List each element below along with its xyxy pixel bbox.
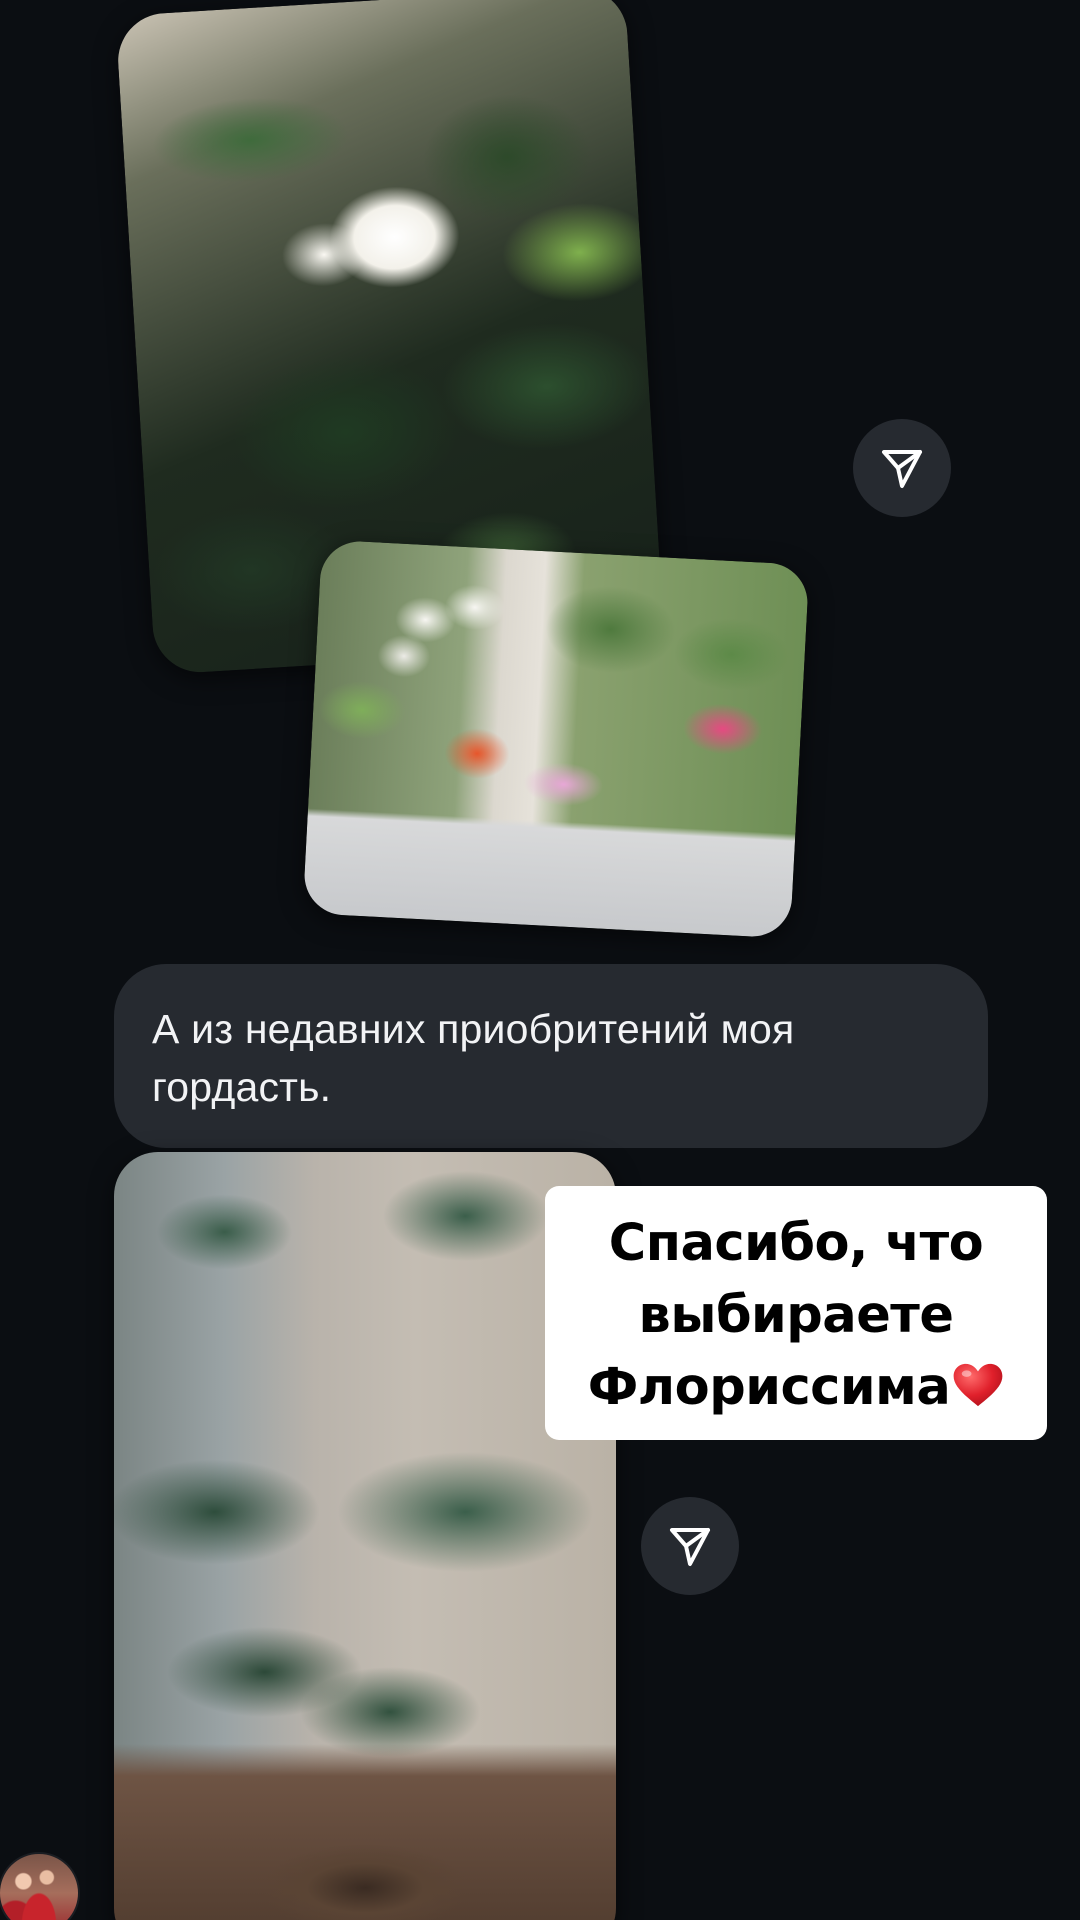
sticker-brand: Флориссима xyxy=(587,1358,951,1417)
chat-screen: А из недавних приобритений моя гордасть.… xyxy=(0,0,1080,1920)
avatar[interactable] xyxy=(0,1852,80,1920)
share-button[interactable] xyxy=(641,1497,739,1595)
sticker-line-1: Спасибо, что xyxy=(608,1214,984,1273)
message-text: А из недавних приобритений моя гордасть. xyxy=(152,1006,795,1110)
share-paper-plane-icon xyxy=(670,1528,710,1566)
heart-icon xyxy=(953,1363,1003,1407)
strelitzia-photo[interactable] xyxy=(114,1152,616,1920)
share-paper-plane-icon xyxy=(882,450,922,488)
sticker-line-2: выбираете xyxy=(638,1286,954,1345)
sticker-line-3: Флориссима xyxy=(555,1352,1037,1424)
message-bubble[interactable]: А из недавних приобритений моя гордасть. xyxy=(114,964,988,1148)
share-button[interactable] xyxy=(853,419,951,517)
thank-you-sticker: Спасибо, что выбираете Флориссима xyxy=(545,1186,1047,1440)
orchids-photo[interactable] xyxy=(302,539,810,939)
